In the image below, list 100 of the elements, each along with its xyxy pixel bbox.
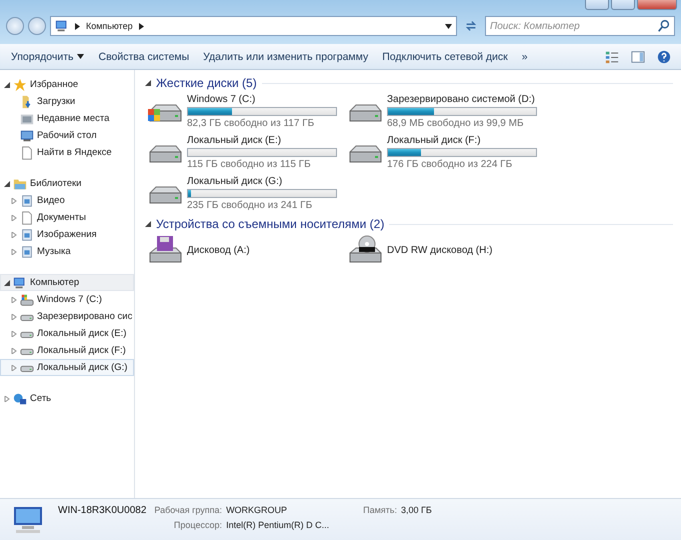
expand-arrow-icon[interactable] — [11, 348, 17, 354]
collapse-arrow-icon[interactable] — [4, 280, 10, 286]
view-options-icon[interactable] — [605, 50, 619, 64]
section-heading: Устройства со съемными носителями (2) — [156, 217, 384, 231]
maximize-button[interactable] — [611, 0, 635, 10]
network-icon — [13, 392, 27, 406]
sidebar-item[interactable]: Локальный диск (G:) — [0, 359, 134, 376]
sidebar-label: Рабочий стол — [37, 130, 97, 141]
document-icon — [20, 210, 34, 224]
sidebar-label: Загрузки — [37, 96, 76, 107]
sidebar-label: Windows 7 (C:) — [37, 294, 102, 305]
free-space-text: 176 ГБ свободно из 224 ГБ — [387, 159, 514, 170]
toolbar-button[interactable]: Подключить сетевой диск — [375, 46, 515, 66]
preview-pane-icon[interactable] — [631, 50, 645, 64]
search-field[interactable]: Поиск: Компьютер — [485, 16, 675, 36]
sidebar-label: Зарезервировано сис — [37, 311, 132, 322]
more-button[interactable]: » — [514, 46, 535, 66]
free-space-text: 235 ГБ свободно из 241 ГБ — [187, 200, 314, 211]
sidebar-item[interactable]: Недавние места — [0, 110, 134, 127]
back-button[interactable] — [6, 17, 24, 35]
forward-button[interactable] — [28, 17, 46, 35]
star-icon — [13, 78, 27, 92]
free-space-text: 82,3 ГБ свободно из 117 ГБ — [187, 118, 316, 129]
help-icon[interactable] — [657, 50, 671, 64]
breadcrumb-arrow-icon[interactable] — [74, 22, 81, 30]
computer-name: WIN-18R3K0U0082 — [58, 505, 146, 516]
dropdown-arrow-icon[interactable] — [445, 22, 452, 30]
drive-name[interactable]: Зарезервировано системой (D:) — [387, 94, 537, 105]
library-icon — [20, 194, 34, 208]
field-value: Intel(R) Pentium(R) D C... — [226, 520, 330, 530]
sidebar-item[interactable]: Музыка — [0, 243, 134, 260]
refresh-icon — [464, 19, 478, 33]
library-icon — [20, 244, 34, 258]
sidebar-label: Документы — [37, 212, 86, 223]
expand-arrow-icon[interactable] — [11, 330, 17, 336]
free-space-text: 115 ГБ свободно из 115 ГБ — [187, 159, 312, 170]
expand-arrow-icon[interactable] — [11, 248, 17, 254]
toolbar-button[interactable]: Свойства системы — [91, 46, 196, 66]
sidebar-label: Видео — [37, 195, 65, 206]
sidebar-item[interactable]: Видео — [0, 192, 134, 209]
expand-arrow-icon[interactable] — [11, 214, 17, 220]
sidebar-item[interactable]: Загрузки — [0, 93, 134, 110]
collapse-arrow-icon[interactable] — [145, 221, 151, 227]
sidebar-item[interactable]: Изображения — [0, 226, 134, 243]
caret-icon[interactable] — [77, 53, 84, 60]
address-bar[interactable]: Компьютер — [50, 16, 457, 36]
minimize-button[interactable] — [585, 0, 609, 10]
expand-arrow-icon[interactable] — [11, 364, 17, 370]
drive-name[interactable]: Локальный диск (G:) — [187, 176, 337, 187]
sidebar-label: Музыка — [37, 246, 71, 257]
toolbar-button[interactable]: Удалить или изменить программу — [196, 46, 376, 66]
field-value: 3,00 ГБ — [400, 505, 432, 515]
sidebar-label: Компьютер — [30, 277, 80, 288]
monitor-icon — [20, 128, 34, 142]
collapse-arrow-icon[interactable] — [4, 82, 10, 88]
drive-icon — [20, 292, 34, 306]
breadcrumb[interactable]: Компьютер — [86, 21, 133, 31]
toolbar-button[interactable]: Упорядочить — [4, 46, 92, 66]
section-heading: Жесткие диски (5) — [156, 76, 257, 90]
expand-arrow-icon[interactable] — [11, 232, 17, 238]
sidebar-item[interactable]: Найти в Яндексе — [0, 144, 134, 161]
drive-name[interactable]: Windows 7 (C:) — [187, 94, 337, 105]
field-label: Процессор: — [172, 520, 222, 530]
drive-name[interactable]: Локальный диск (E:) — [187, 135, 337, 146]
sidebar-item[interactable]: Windows 7 (C:) — [0, 291, 134, 308]
floppy-drive-icon[interactable] — [147, 235, 183, 265]
sidebar-item[interactable]: Локальный диск (F:) — [0, 342, 134, 359]
expand-arrow-icon[interactable] — [11, 314, 17, 320]
drive-name[interactable]: Дисковод (A:) — [187, 244, 250, 256]
sidebar-label: Сеть — [30, 393, 52, 404]
field-label: Память: — [363, 505, 397, 515]
sidebar-item[interactable]: Документы — [0, 209, 134, 226]
dvd-drive-icon[interactable] — [347, 235, 383, 265]
sidebar-item[interactable]: Библиотеки — [0, 175, 134, 192]
sidebar-label: Локальный диск (F:) — [37, 345, 126, 356]
field-label: Рабочая группа: — [154, 505, 222, 515]
expand-arrow-icon[interactable] — [11, 296, 17, 302]
expand-arrow-icon[interactable] — [4, 396, 10, 402]
expand-arrow-icon[interactable] — [11, 198, 17, 204]
breadcrumb-arrow-icon[interactable] — [138, 22, 145, 30]
sidebar-label: Локальный диск (G:) — [37, 362, 128, 373]
drive-name[interactable]: Локальный диск (F:) — [387, 135, 537, 146]
collapse-arrow-icon[interactable] — [145, 80, 151, 86]
search-icon[interactable] — [657, 19, 671, 33]
sidebar-item[interactable]: Компьютер — [0, 274, 134, 291]
sidebar-item[interactable]: Локальный диск (E:) — [0, 325, 134, 342]
sidebar-label: Изображения — [37, 229, 97, 240]
document-icon — [20, 146, 34, 160]
sidebar-label: Локальный диск (E:) — [37, 328, 126, 339]
computer-icon — [13, 276, 27, 290]
sidebar-item[interactable]: Избранное — [0, 76, 134, 93]
sidebar-label: Избранное — [30, 79, 78, 90]
sidebar-item[interactable]: Сеть — [0, 390, 134, 407]
drive-name[interactable]: DVD RW дисковод (H:) — [387, 244, 492, 256]
sidebar-item[interactable]: Рабочий стол — [0, 127, 134, 144]
sidebar-label: Библиотеки — [30, 178, 82, 189]
collapse-arrow-icon[interactable] — [4, 180, 10, 186]
free-space-text: 68,9 МБ свободно из 99,9 МБ — [387, 118, 525, 129]
sidebar-item[interactable]: Зарезервировано сис — [0, 308, 134, 325]
field-value: WORKGROUP — [226, 505, 288, 515]
